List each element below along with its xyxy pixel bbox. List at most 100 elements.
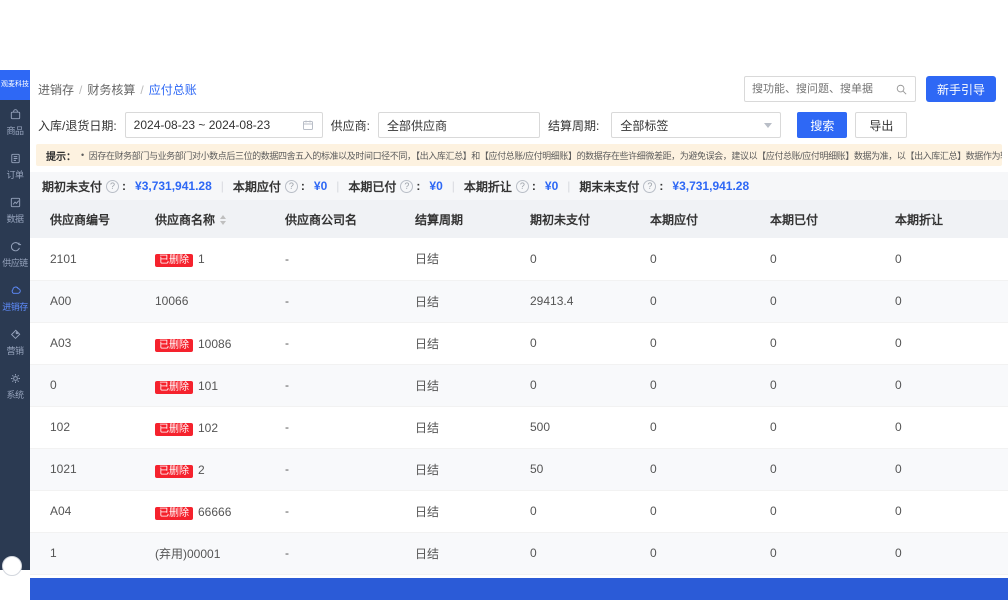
sidebar-item-orders[interactable]: 订单: [0, 144, 30, 188]
notice-bar: 提示： • 因存在财务部门与业务部门对小数点后三位的数据四舍五入的标准以及时间口…: [36, 144, 1002, 166]
table-row: 102 已删除 102- 日结 500 0 0 0: [30, 406, 1008, 449]
sort-icon[interactable]: [220, 215, 227, 226]
sidebar-item-marketing[interactable]: 营销: [0, 320, 30, 364]
period-select[interactable]: 全部标签: [611, 112, 782, 138]
summary-label: 本期折让?:: [463, 179, 536, 194]
orders-icon: [9, 152, 22, 165]
cell-period: 日结: [395, 364, 510, 407]
date-range-input[interactable]: 2024-08-23 ~ 2024-08-23: [124, 112, 323, 138]
app-logo[interactable]: 观麦科技: [0, 70, 30, 100]
cell-name: 已删除 102: [135, 406, 265, 449]
floating-help-icon[interactable]: [2, 556, 22, 576]
sidebar-item-system[interactable]: 系统: [0, 364, 30, 408]
summary-separator: |: [567, 179, 571, 193]
cell-discount: 0: [875, 238, 1008, 281]
cell-code: 1: [30, 532, 135, 575]
cell-company: -: [265, 532, 395, 575]
cell-name: 已删除 10086: [135, 322, 265, 365]
global-search-box[interactable]: [743, 76, 916, 102]
cell-name: 已删除 2: [135, 448, 265, 491]
cell-payable: 0: [630, 532, 750, 575]
cell-code: A00: [30, 280, 135, 323]
summary-value: ¥3,731,941.28: [672, 179, 750, 193]
cell-period: 日结: [395, 238, 510, 281]
question-mark-icon[interactable]: ?: [643, 179, 657, 193]
cell-payable: 0: [630, 280, 750, 323]
cell-paid: 0: [750, 280, 875, 323]
app-window: 观麦科技 商品订单数据供应链进销存营销系统 进销存/财务核算/应付总账 新手引导…: [0, 70, 1008, 600]
cell-paid: 0: [750, 448, 875, 491]
cell-opening: 29413.4: [510, 280, 630, 323]
sidebar-item-label: 订单: [6, 170, 24, 180]
sidebar-item-label: 营销: [6, 346, 24, 356]
sidebar-item-label: 进销存: [2, 302, 28, 312]
supplier-input[interactable]: 全部供应商: [378, 112, 541, 138]
export-button[interactable]: 导出: [855, 112, 908, 138]
summary-label: 期末未支付?:: [579, 179, 664, 194]
topbar: 进销存 / 财务核算 / 应付总账 新手引导: [30, 70, 1008, 108]
sidebar-item-inventory[interactable]: 进销存: [0, 276, 30, 320]
cell-code: A04: [30, 490, 135, 533]
breadcrumb-item[interactable]: 应付总账: [149, 83, 197, 97]
notice-prefix: 提示：: [46, 151, 76, 163]
question-mark-icon[interactable]: ?: [400, 179, 414, 193]
summary-value: ¥0: [429, 179, 443, 193]
chevron-down-icon: [764, 122, 773, 128]
column-header: 本期已付: [750, 200, 875, 238]
column-header: 期初未支付: [510, 200, 630, 238]
cell-name: 已删除 1: [135, 238, 265, 281]
cell-paid: 0: [750, 490, 875, 533]
cell-code: 1021: [30, 448, 135, 491]
date-filter-label: 入库/退货日期:: [38, 118, 117, 133]
sidebar-item-data[interactable]: 数据: [0, 188, 30, 232]
cell-company: -: [265, 448, 395, 491]
sidebar-item-label: 供应链: [2, 258, 28, 268]
breadcrumb-item[interactable]: 财务核算: [87, 83, 135, 97]
table-row: A00 10066- 日结 29413.4 0 0 0: [30, 280, 1008, 323]
question-mark-icon[interactable]: ?: [284, 179, 298, 193]
search-button[interactable]: 搜索: [797, 112, 848, 138]
cell-code: 0: [30, 364, 135, 407]
cell-discount: 0: [875, 406, 1008, 449]
question-mark-icon[interactable]: ?: [515, 179, 529, 193]
table-header: 供应商编号 供应商名称 供应商公司名 结算周期 期初未支付 本期应付 本期已付 本期折让: [30, 200, 1008, 238]
cell-opening: 0: [510, 238, 630, 281]
summary-label: 期初未支付?:: [42, 179, 127, 194]
cell-company: -: [265, 364, 395, 407]
summary-bar: 期初未支付?: ¥3,731,941.28 | 本期应付?: ¥0 | 本期已付?: ¥0 | 本…: [30, 172, 1008, 200]
column-header: 供应商编号: [30, 200, 135, 238]
sidebar-item-label: 商品: [6, 126, 24, 136]
table-row: 1021 已删除 2- 日结 50 0 0 0: [30, 448, 1008, 491]
column-header[interactable]: 供应商名称: [135, 200, 265, 238]
cell-paid: 0: [750, 532, 875, 575]
cell-discount: 0: [875, 280, 1008, 323]
notice-text: 因存在财务部门与业务部门对小数点后三位的数据四舍五入的标准以及时间口径不同，【出…: [88, 150, 1002, 161]
cell-period: 日结: [395, 490, 510, 533]
sidebar-item-supply-chain[interactable]: 供应链: [0, 232, 30, 276]
global-search-input[interactable]: [751, 83, 895, 95]
table-row: 1 (弃用)00001- 日结 0 0 0 0: [30, 532, 1008, 575]
sidebar: 观麦科技 商品订单数据供应链进销存营销系统: [0, 70, 30, 576]
summary-separator: |: [451, 179, 455, 193]
cell-opening: 0: [510, 364, 630, 407]
beginner-guide-button[interactable]: 新手引导: [925, 76, 996, 102]
bottom-bar: [30, 578, 1008, 600]
summary-separator: |: [220, 179, 224, 193]
cell-period: 日结: [395, 448, 510, 491]
cell-name: 10066: [135, 280, 265, 323]
cell-discount: 0: [875, 490, 1008, 533]
cell-period: 日结: [395, 532, 510, 575]
question-mark-icon[interactable]: ?: [106, 179, 120, 193]
summary-separator: |: [336, 179, 340, 193]
cell-paid: 0: [750, 406, 875, 449]
sidebar-item-goods[interactable]: 商品: [0, 100, 30, 144]
data-icon: [9, 196, 22, 209]
period-value: 全部标签: [620, 118, 669, 133]
cell-name: 已删除 66666: [135, 490, 265, 533]
deleted-badge: 已删除: [155, 422, 193, 436]
breadcrumb-item[interactable]: 进销存: [38, 83, 74, 97]
goods-icon: [9, 108, 22, 121]
cell-company: -: [265, 280, 395, 323]
column-header: 供应商公司名: [265, 200, 395, 238]
cell-discount: 0: [875, 532, 1008, 575]
